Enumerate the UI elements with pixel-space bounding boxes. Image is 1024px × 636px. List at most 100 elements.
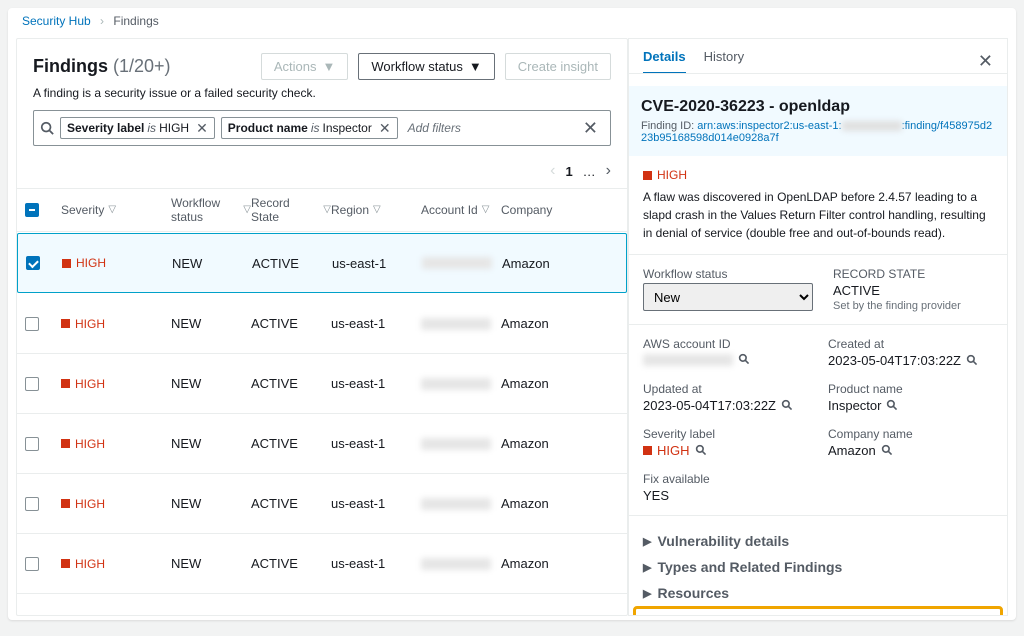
pager-next-icon[interactable]: ›	[606, 162, 611, 180]
caret-down-icon: ▼	[323, 59, 336, 74]
row-checkbox[interactable]	[26, 256, 40, 270]
row-checkbox[interactable]	[25, 317, 39, 331]
cell-severity: HIGH	[61, 377, 171, 391]
fix-available-label: Fix available	[643, 472, 808, 486]
severity-tag: HIGH	[643, 168, 993, 182]
cell-account	[422, 257, 502, 269]
magnify-icon[interactable]	[886, 399, 899, 412]
record-state-sub: Set by the finding provider	[833, 300, 993, 312]
col-account[interactable]: Account Id▽	[421, 203, 501, 217]
col-region[interactable]: Region▽	[331, 203, 421, 217]
company-name-value: Amazon	[828, 443, 993, 458]
row-checkbox[interactable]	[25, 497, 39, 511]
col-severity[interactable]: Severity▽	[61, 203, 171, 217]
add-filters-placeholder[interactable]: Add filters	[408, 121, 461, 135]
table-row[interactable]: HIGHNEWACTIVEus-east-1Amazon	[17, 474, 627, 534]
cell-record: ACTIVE	[251, 376, 331, 391]
table-row[interactable]: HIGHNEWACTIVEus-east-1 Amazon	[17, 354, 627, 414]
magnify-icon[interactable]	[966, 354, 979, 367]
filter-token-product[interactable]: Product name is Inspector ✕	[221, 117, 398, 139]
cell-account	[421, 498, 501, 510]
search-icon	[40, 121, 54, 135]
workflow-status-select[interactable]: New	[643, 283, 813, 311]
cell-region: us-east-1	[331, 556, 421, 571]
col-workflow-status[interactable]: Workflow status▽	[171, 196, 251, 225]
cell-workflow: NEW	[171, 496, 251, 511]
finding-title: CVE-2020-36223 - openldap	[641, 98, 995, 116]
cell-account	[421, 558, 501, 570]
magnify-icon[interactable]	[781, 399, 794, 412]
caret-right-icon: ▶	[643, 561, 651, 574]
tab-details[interactable]: Details	[643, 49, 686, 74]
close-panel-icon[interactable]: ✕	[978, 51, 993, 72]
table-row[interactable]: HIGHNEWACTIVEus-east-1Amazon	[17, 414, 627, 474]
caret-right-icon: ▶	[643, 535, 651, 548]
remove-filter-icon[interactable]: ✕	[379, 121, 391, 135]
section-types-related[interactable]: ▶Types and Related Findings	[643, 554, 993, 580]
row-checkbox[interactable]	[25, 557, 39, 571]
caret-down-icon: ▼	[469, 59, 482, 74]
filter-bar[interactable]: Severity label is HIGH ✕ Product name is…	[33, 110, 611, 146]
section-resources[interactable]: ▶Resources	[643, 580, 993, 606]
cell-record: ACTIVE	[251, 436, 331, 451]
workflow-status-button[interactable]: Workflow status ▼	[358, 53, 494, 80]
create-insight-button[interactable]: Create insight	[505, 53, 611, 80]
record-state-label: RECORD STATE	[833, 267, 993, 281]
table-row[interactable]: HIGHNEWACTIVEus-east-1Amazon	[17, 534, 627, 594]
table-row[interactable]: HIGHNEWACTIVEus-east-1Amazon	[17, 233, 627, 293]
magnify-icon[interactable]	[695, 444, 708, 457]
cell-workflow: NEW	[171, 556, 251, 571]
cell-account	[421, 438, 501, 450]
pager-current: 1	[565, 164, 572, 179]
remove-filter-icon[interactable]: ✕	[196, 121, 208, 135]
created-at-value: 2023-05-04T17:03:22Z	[828, 353, 993, 368]
page-subtitle: A finding is a security issue or a faile…	[33, 86, 611, 100]
breadcrumb: Security Hub › Findings	[8, 8, 1016, 34]
cell-company: Amazon	[501, 316, 581, 331]
finding-arn-link[interactable]: arn:aws:inspector2:us-east-1::finding/f4…	[641, 120, 992, 144]
cell-region: us-east-1	[331, 316, 421, 331]
clear-filters-icon[interactable]: ✕	[577, 118, 604, 139]
magnify-icon[interactable]	[881, 444, 894, 457]
product-name-value: Inspector	[828, 398, 993, 413]
section-vulnerability-details[interactable]: ▶Vulnerability details	[643, 528, 993, 554]
cell-region: us-east-1	[332, 256, 422, 271]
magnify-icon[interactable]	[738, 353, 751, 366]
cell-record: ACTIVE	[251, 316, 331, 331]
cell-severity: HIGH	[61, 317, 171, 331]
cell-company: Amazon	[501, 436, 581, 451]
breadcrumb-root[interactable]: Security Hub	[22, 14, 91, 28]
cell-account	[421, 378, 501, 390]
row-checkbox[interactable]	[25, 437, 39, 451]
col-company[interactable]: Company	[501, 203, 581, 217]
cell-company: Amazon	[501, 376, 581, 391]
tab-history[interactable]: History	[704, 49, 744, 74]
filter-token-severity[interactable]: Severity label is HIGH ✕	[60, 117, 215, 139]
cell-severity: HIGH	[61, 557, 171, 571]
actions-button[interactable]: Actions ▼	[261, 53, 349, 80]
workflow-status-label: Workflow status	[643, 267, 813, 281]
finding-description: A flaw was discovered in OpenLDAP before…	[643, 188, 993, 242]
finding-id: Finding ID: arn:aws:inspector2:us-east-1…	[641, 120, 995, 144]
chevron-right-icon: ›	[100, 14, 104, 28]
cell-workflow: NEW	[171, 376, 251, 391]
cell-severity: HIGH	[62, 256, 172, 270]
table-row[interactable]: HIGHNEWACTIVEus-east-1Amazon	[17, 294, 627, 354]
cell-region: us-east-1	[331, 376, 421, 391]
created-at-label: Created at	[828, 337, 993, 351]
cell-severity: HIGH	[61, 497, 171, 511]
cell-account	[421, 318, 501, 330]
cell-company: Amazon	[502, 256, 582, 271]
account-id-label: AWS account ID	[643, 337, 808, 351]
col-record-state[interactable]: Record State▽	[251, 196, 331, 225]
severity-label-label: Severity label	[643, 427, 808, 441]
pager-prev-icon[interactable]: ‹	[550, 162, 555, 180]
detective-highlight: ▼Investigate in Amazon Detective Investi…	[633, 606, 1003, 616]
account-id-value	[643, 353, 808, 366]
fix-available-value: YES	[643, 488, 808, 503]
record-state-value: ACTIVE	[833, 283, 993, 298]
select-all-checkbox[interactable]	[25, 203, 39, 217]
cell-company: Amazon	[501, 496, 581, 511]
row-checkbox[interactable]	[25, 377, 39, 391]
updated-at-value: 2023-05-04T17:03:22Z	[643, 398, 808, 413]
